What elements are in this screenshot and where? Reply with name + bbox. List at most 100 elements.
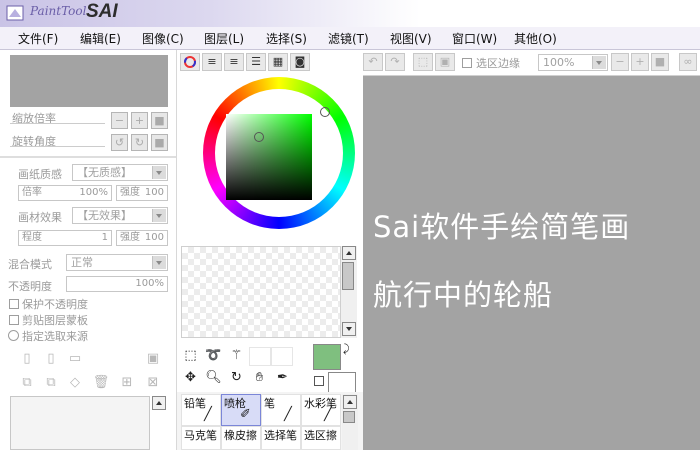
eyedropper-icon[interactable]: ✒	[273, 368, 292, 387]
menu-select[interactable]: 选择(S)	[266, 30, 307, 47]
clear-layer-icon[interactable]: ◇	[66, 374, 84, 392]
hsv-slider-tab[interactable]: ≡	[224, 53, 244, 71]
menu-window[interactable]: 窗口(W)	[452, 30, 497, 47]
rotate-slider[interactable]	[10, 146, 105, 147]
scroll-down-icon[interactable]	[342, 322, 356, 336]
rotate-icon[interactable]: ↻	[227, 368, 246, 387]
new-folder-icon[interactable]: ▭	[66, 350, 84, 368]
panel-divider	[0, 156, 176, 158]
rotate-reset-button[interactable]: ■	[151, 134, 168, 151]
material-effect-select[interactable]: 【无效果】	[72, 207, 168, 224]
zoom-level-select[interactable]: 100%	[538, 54, 608, 71]
zoom-out-button[interactable]: −	[111, 112, 128, 129]
opacity-field[interactable]: 100%	[66, 276, 168, 292]
menu-edit[interactable]: 编辑(E)	[80, 30, 121, 47]
selection-source-radio[interactable]	[8, 330, 19, 341]
effect-degree-value: 1	[101, 232, 108, 243]
lasso-icon[interactable]: ➰	[204, 346, 223, 365]
scroll-up-icon[interactable]	[342, 246, 356, 260]
canvas-rotate-reset-button[interactable]: ∞	[679, 53, 697, 71]
scroll-thumb[interactable]	[342, 262, 354, 290]
scratch-pad-scrollbar[interactable]	[341, 246, 357, 338]
layer-list-scroll-up[interactable]	[152, 396, 166, 410]
hand-icon[interactable]: ✋︎	[250, 368, 269, 387]
menu-filter[interactable]: 滤镜(T)	[328, 30, 369, 47]
empty-tool-slot	[249, 347, 271, 366]
delete-layer-icon[interactable]: 🗑	[92, 374, 110, 392]
texture-scale-field[interactable]: 倍率 100%	[18, 185, 112, 201]
color-wheel-tab[interactable]	[180, 53, 200, 71]
brush-panel-scrollbar[interactable]	[342, 394, 358, 450]
move-icon[interactable]: ✥	[181, 368, 200, 387]
brush-marker[interactable]: 马克笔	[181, 426, 221, 450]
delete-mask-icon[interactable]: ⊠	[144, 374, 162, 392]
effect-degree-field[interactable]: 程度 1	[18, 230, 112, 246]
brush-select-eraser[interactable]: 选区擦	[301, 426, 341, 450]
canvas-title-line2: 航行中的轮船	[373, 278, 554, 312]
brush-watercolor[interactable]: 水彩笔 ╱	[301, 394, 341, 426]
reset-colors-icon[interactable]	[314, 376, 324, 386]
brush-eraser[interactable]: 橡皮擦	[221, 426, 261, 450]
clipping-group-checkbox[interactable]	[9, 315, 19, 325]
chevron-down-icon	[152, 209, 166, 222]
brush-select-pen[interactable]: 选择笔	[261, 426, 301, 450]
scratchpad-tab[interactable]: ◙	[290, 53, 310, 71]
apply-mask-icon[interactable]: ⊞	[118, 374, 136, 392]
menu-image[interactable]: 图像(C)	[142, 30, 184, 47]
saturation-value-square[interactable]	[226, 114, 312, 200]
new-layer-set-icon[interactable]: ▯	[42, 350, 60, 368]
layer-list[interactable]	[10, 396, 150, 450]
brush-pen[interactable]: 笔 ╱	[261, 394, 301, 426]
menu-file[interactable]: 文件(F)	[18, 30, 58, 47]
canvas-zoom-out-button[interactable]: −	[611, 53, 629, 71]
zoom-icon[interactable]: 🔍︎	[204, 368, 223, 387]
scratch-pad[interactable]	[181, 246, 341, 338]
navigator-preview[interactable]	[10, 55, 168, 107]
merge-down-icon[interactable]: ⧉	[18, 374, 36, 392]
preserve-opacity-checkbox[interactable]	[9, 299, 19, 309]
menu-view[interactable]: 视图(V)	[390, 30, 432, 47]
brush-name: 橡皮擦	[224, 429, 257, 442]
canvas-zoom-reset-button[interactable]: ■	[651, 53, 669, 71]
magic-wand-icon[interactable]: ⚚	[227, 346, 246, 365]
merge-layer-icon[interactable]: ⧉	[42, 374, 60, 392]
effect-strength-field[interactable]: 强度 100	[116, 230, 168, 246]
rotate-right-button[interactable]: ↻	[131, 134, 148, 151]
blend-mode-value: 正常	[71, 256, 93, 269]
layer-mask-icon[interactable]: ▣	[144, 350, 162, 368]
new-layer-icon[interactable]: ▯	[18, 350, 36, 368]
scroll-thumb[interactable]	[343, 411, 355, 423]
scroll-up-icon[interactable]	[343, 395, 357, 409]
zoom-slider[interactable]	[10, 123, 105, 124]
deselect-icon[interactable]: ⬚	[413, 53, 433, 71]
brush-airbrush[interactable]: 喷枪 ✐	[221, 394, 261, 426]
canvas-area[interactable]: Sai软件手绘简笔画 航行中的轮船	[363, 76, 700, 450]
hue-picker-cursor[interactable]	[320, 107, 330, 117]
canvas-zoom-in-button[interactable]: +	[631, 53, 649, 71]
zoom-in-button[interactable]: +	[131, 112, 148, 129]
swap-colors-icon[interactable]: ⤸	[343, 342, 350, 356]
zoom-reset-button[interactable]: ■	[151, 112, 168, 129]
app-title-painttool: PaintTool	[30, 4, 87, 18]
mixer-tab[interactable]: ☰	[246, 53, 266, 71]
swatches-tab[interactable]: ▦	[268, 53, 288, 71]
texture-scale-value: 100%	[79, 187, 108, 198]
primary-color-swatch[interactable]	[313, 344, 341, 370]
marquee-select-icon[interactable]: ⬚	[181, 346, 200, 365]
invert-selection-icon[interactable]: ▣	[435, 53, 455, 71]
app-title-sai: SAI	[86, 1, 118, 22]
opacity-label: 不透明度	[8, 280, 52, 293]
menu-other[interactable]: 其他(O)	[514, 30, 557, 47]
menu-layer[interactable]: 图层(L)	[204, 30, 244, 47]
rgb-slider-tab[interactable]: ≡	[202, 53, 222, 71]
rotate-left-button[interactable]: ↺	[111, 134, 128, 151]
brush-pencil[interactable]: 铅笔 ╱	[181, 394, 221, 426]
texture-strength-field[interactable]: 强度 100	[116, 185, 168, 201]
redo-icon[interactable]: ↷	[385, 53, 405, 71]
blend-mode-select[interactable]: 正常	[66, 254, 168, 271]
paper-texture-select[interactable]: 【无质感】	[72, 164, 168, 181]
color-panel: ≡ ≡ ☰ ▦ ◙ ⬚ ➰ ⚚ ✥ 🔍︎ ↻ ✋︎ ✒ ⤸ 铅笔 ╱ 喷枪 ✐ 笔 ╱…	[176, 50, 364, 450]
selection-edge-checkbox[interactable]	[462, 58, 472, 68]
undo-icon[interactable]: ↶	[363, 53, 383, 71]
sv-picker-cursor[interactable]	[254, 132, 264, 142]
